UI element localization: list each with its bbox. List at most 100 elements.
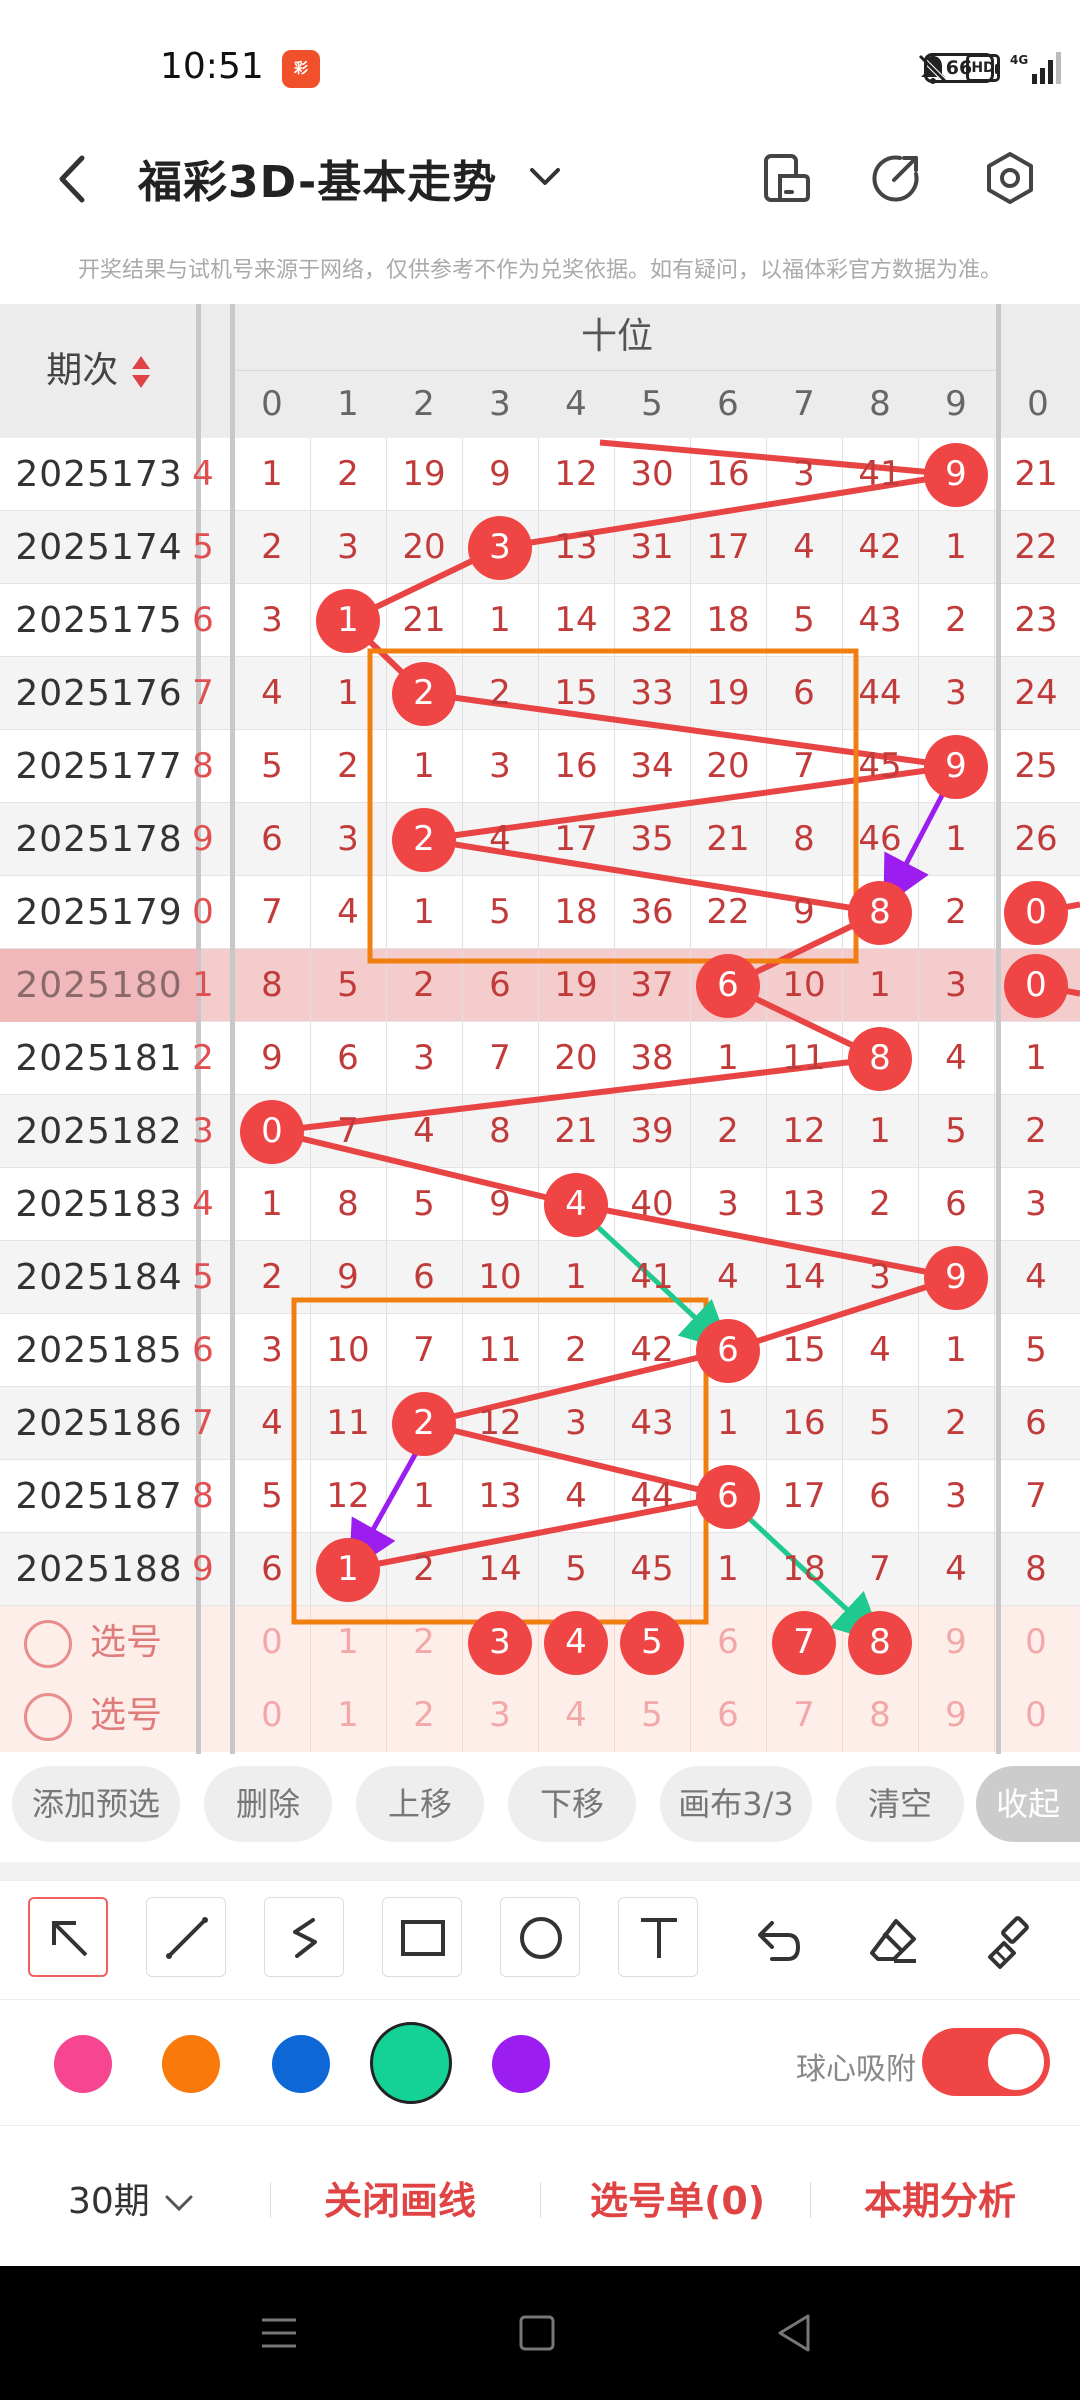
- back-nav-icon[interactable]: [768, 2306, 822, 2360]
- omission-cell: 14: [554, 600, 598, 640]
- pick-cell[interactable]: 9: [918, 1679, 994, 1752]
- selected-pick-ball[interactable]: 3: [462, 1606, 538, 1679]
- eraser-icon[interactable]: [866, 1913, 922, 1969]
- table-row[interactable]: 2025187 8 5 12 1 13 4 44 6 17 6 3 7: [0, 1460, 1080, 1533]
- pick-cell[interactable]: 0: [998, 1679, 1074, 1752]
- pick-row-label[interactable]: 选号: [24, 1606, 162, 1679]
- selected-pick-ball[interactable]: 8: [842, 1606, 918, 1679]
- table-row[interactable]: 2025183 4 1 8 5 9 4 40 3 13 2 6 3: [0, 1168, 1080, 1241]
- digit-header-cell: 7: [793, 384, 815, 424]
- color-swatch[interactable]: [162, 2035, 220, 2093]
- pick-cell[interactable]: 8: [842, 1679, 918, 1752]
- pick-cell[interactable]: 0: [234, 1606, 310, 1679]
- winning-ball: 2: [386, 803, 462, 876]
- move-down-button[interactable]: 下移: [508, 1766, 636, 1842]
- period-cell: 2025176: [15, 673, 183, 714]
- omission-cell: 10: [782, 965, 826, 1005]
- omission-cell: 1: [413, 746, 435, 786]
- back-icon[interactable]: [40, 144, 110, 214]
- chevron-down-icon[interactable]: [520, 152, 570, 202]
- undo-icon[interactable]: [748, 1915, 804, 1967]
- pick-row: 选号 0 1 2 3 4 5 6 7 8 9 0: [0, 1679, 1080, 1752]
- omission-cell: 7: [337, 1111, 359, 1151]
- table-row[interactable]: 2025178 9 6 3 2 4 17 35 21 8 46 1 26: [0, 803, 1080, 876]
- omission-cell: 4: [261, 673, 283, 713]
- pick-cell[interactable]: 6: [690, 1606, 766, 1679]
- line-tool[interactable]: [146, 1897, 226, 1977]
- omission-cell: 1: [717, 1038, 739, 1078]
- pick-cell[interactable]: 1: [310, 1606, 386, 1679]
- table-row[interactable]: 2025185 6 3 10 7 11 2 42 6 15 4 1 5: [0, 1314, 1080, 1387]
- omission-cell: 18: [706, 600, 750, 640]
- color-swatch[interactable]: [54, 2035, 112, 2093]
- pick-cell[interactable]: 0: [998, 1606, 1074, 1679]
- period-cell: 2025186: [15, 1403, 183, 1444]
- collapse-button[interactable]: 收起: [976, 1766, 1080, 1842]
- settings-icon[interactable]: [980, 148, 1040, 208]
- table-row[interactable]: 2025179 0 7 4 1 5 18 36 22 9 8 2 0: [0, 876, 1080, 949]
- table-row[interactable]: 2025175 6 3 1 21 1 14 32 18 5 43 2 23: [0, 584, 1080, 657]
- table-row[interactable]: 2025186 7 4 11 2 12 3 43 1 16 5 2 6: [0, 1387, 1080, 1460]
- selected-pick-ball[interactable]: 7: [766, 1606, 842, 1679]
- omission-cell: 1: [261, 1184, 283, 1224]
- share-icon[interactable]: [866, 148, 926, 208]
- home-icon[interactable]: [510, 2306, 564, 2360]
- arrow-tool[interactable]: [28, 1897, 108, 1977]
- pick-cell[interactable]: 0: [234, 1679, 310, 1752]
- table-row[interactable]: 2025173 4 1 2 19 9 12 30 16 3 41 9 21: [0, 438, 1080, 511]
- table-row[interactable]: 2025182 3 0 7 4 8 21 39 2 12 1 5 2: [0, 1095, 1080, 1168]
- table-row[interactable]: 2025176 7 4 1 2 2 15 33 19 6 44 3 24: [0, 657, 1080, 730]
- circle-tool[interactable]: [500, 1897, 580, 1977]
- period-cell: 2025175: [15, 600, 183, 641]
- pick-cell[interactable]: 7: [766, 1679, 842, 1752]
- pick-cell[interactable]: 4: [538, 1679, 614, 1752]
- omission-cell: 36: [630, 892, 674, 932]
- pick-cell[interactable]: 2: [386, 1606, 462, 1679]
- color-swatch[interactable]: [492, 2035, 550, 2093]
- omission-cell: 2: [337, 746, 359, 786]
- radio-icon[interactable]: [24, 1693, 72, 1741]
- clear-button[interactable]: 清空: [836, 1766, 964, 1842]
- omission-cell: 17: [554, 819, 598, 859]
- pick-list-button[interactable]: 选号单(0): [590, 2170, 765, 2225]
- table-row[interactable]: 2025177 8 5 2 1 3 16 34 20 7 45 9 25: [0, 730, 1080, 803]
- text-tool[interactable]: [618, 1897, 698, 1977]
- period-select[interactable]: 30期: [68, 2172, 197, 2224]
- omission-cell: 9: [261, 1038, 283, 1078]
- next-section-cell: 7: [1025, 1476, 1047, 1516]
- omission-cell: 7: [413, 1330, 435, 1370]
- table-row[interactable]: 2025188 9 6 1 2 14 5 45 1 18 7 4 8: [0, 1533, 1080, 1606]
- pick-cell[interactable]: 6: [690, 1679, 766, 1752]
- page-title[interactable]: 福彩3D-基本走势: [138, 146, 497, 210]
- menu-icon[interactable]: [252, 2306, 306, 2360]
- table-row[interactable]: 2025184 5 2 9 6 10 1 41 4 14 3 9 4: [0, 1241, 1080, 1314]
- add-preset-button[interactable]: 添加预选: [12, 1766, 180, 1842]
- period-analysis-button[interactable]: 本期分析: [864, 2170, 1016, 2225]
- pick-cell[interactable]: 9: [918, 1606, 994, 1679]
- pick-row-label[interactable]: 选号: [24, 1679, 162, 1752]
- table-row[interactable]: 2025174 5 2 3 20 3 13 31 17 4 42 1 22: [0, 511, 1080, 584]
- move-up-button[interactable]: 上移: [356, 1766, 484, 1842]
- color-swatch[interactable]: [370, 2022, 452, 2104]
- delete-button[interactable]: 删除: [204, 1766, 332, 1842]
- curve-tool[interactable]: [264, 1897, 344, 1977]
- table-row[interactable]: 2025181 2 9 6 3 7 20 38 1 11 8 4 1: [0, 1022, 1080, 1095]
- rectangle-tool[interactable]: [382, 1897, 462, 1977]
- selected-pick-ball[interactable]: 5: [614, 1606, 690, 1679]
- canvas-button[interactable]: 画布3/3: [660, 1766, 812, 1842]
- clear-brush-icon[interactable]: [982, 1913, 1038, 1969]
- selected-pick-ball[interactable]: 4: [538, 1606, 614, 1679]
- pick-cell[interactable]: 2: [386, 1679, 462, 1752]
- table-row[interactable]: 2025180 1 8 5 2 6 19 37 6 10 1 3 0: [0, 949, 1080, 1022]
- omission-cell: 9: [337, 1257, 359, 1297]
- color-swatch[interactable]: [272, 2035, 330, 2093]
- pick-cell[interactable]: 5: [614, 1679, 690, 1752]
- close-draw-button[interactable]: 关闭画线: [324, 2170, 476, 2225]
- pick-cell[interactable]: 3: [462, 1679, 538, 1752]
- radio-icon[interactable]: [24, 1620, 72, 1668]
- pick-cell[interactable]: 1: [310, 1679, 386, 1752]
- winning-ball: 2: [386, 657, 462, 730]
- landscape-rotate-icon[interactable]: [756, 148, 816, 208]
- snap-toggle[interactable]: [922, 2028, 1050, 2096]
- next-section-cell: 24: [1014, 673, 1058, 713]
